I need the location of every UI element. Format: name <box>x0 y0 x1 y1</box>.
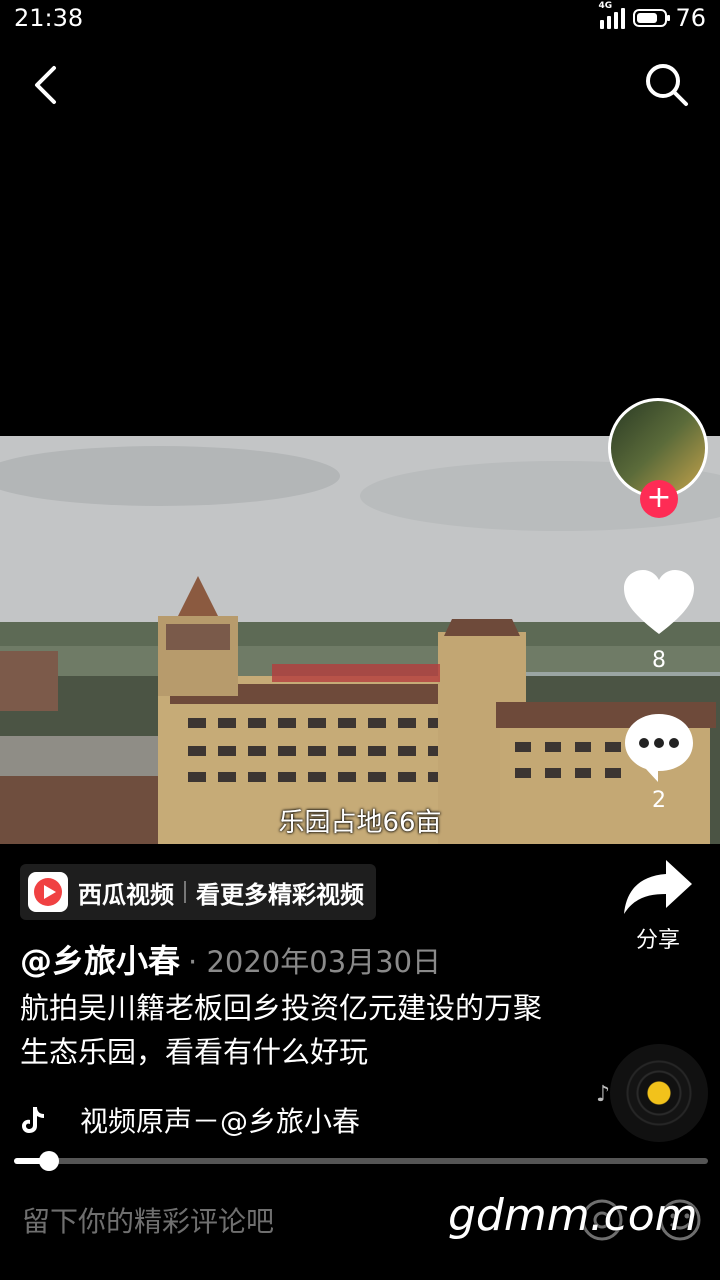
tiktok-note-icon <box>22 1107 44 1133</box>
share-label: 分享 <box>635 928 680 953</box>
xigua-logo-icon <box>28 872 68 912</box>
xigua-brand: 西瓜视频 <box>78 880 174 909</box>
progress-track[interactable] <box>14 1158 708 1164</box>
comment-count: 2 <box>652 788 666 813</box>
like-count: 8 <box>652 648 666 673</box>
comment-button[interactable] <box>622 710 696 784</box>
search-button[interactable] <box>642 60 692 110</box>
video-subtitle: 乐园占地66亩 <box>278 808 442 838</box>
post-date: · 2020年03月30日 <box>188 945 442 979</box>
status-icons: 4G 76 <box>598 1 706 32</box>
music-note-icon: ♪ <box>596 1082 611 1107</box>
share-button[interactable] <box>620 856 696 918</box>
author-name[interactable]: @乡旅小春 <box>20 936 180 982</box>
music-title: 视频原声－@乡旅小春 <box>80 1105 361 1138</box>
status-time: 21:38 <box>14 4 84 32</box>
like-button[interactable] <box>622 568 696 638</box>
xigua-banner[interactable]: 西瓜视频 看更多精彩视频 <box>20 864 376 920</box>
music-disc[interactable] <box>610 1044 708 1142</box>
xigua-cta: 看更多精彩视频 <box>196 880 364 909</box>
video-player[interactable] <box>0 436 720 844</box>
signal-icon: 4G <box>598 1 626 29</box>
follow-button[interactable]: + <box>640 480 678 518</box>
heart-icon <box>624 570 694 634</box>
music-info[interactable]: 视频原声－@乡旅小春 <box>20 1100 360 1140</box>
search-icon <box>646 64 688 106</box>
share-arrow-icon <box>624 860 692 914</box>
author-line: @乡旅小春 · 2020年03月30日 <box>20 936 441 982</box>
video-caption: 航拍吴川籍老板回乡投资亿元建设的万聚生态乐园，看看有什么好玩 <box>20 991 543 1069</box>
chevron-left-icon <box>35 66 56 104</box>
video-frame-image <box>0 436 720 844</box>
network-type: 4G <box>598 1 613 11</box>
comment-input[interactable]: 留下你的精彩评论吧 <box>22 1200 274 1240</box>
divider <box>184 881 186 903</box>
battery-percent: 76 <box>675 4 706 32</box>
comment-bubble-icon <box>625 714 693 782</box>
back-button[interactable] <box>22 60 72 110</box>
site-watermark: gdmm.com <box>448 1190 698 1241</box>
battery-icon <box>633 9 671 27</box>
progress-handle[interactable] <box>39 1151 59 1171</box>
